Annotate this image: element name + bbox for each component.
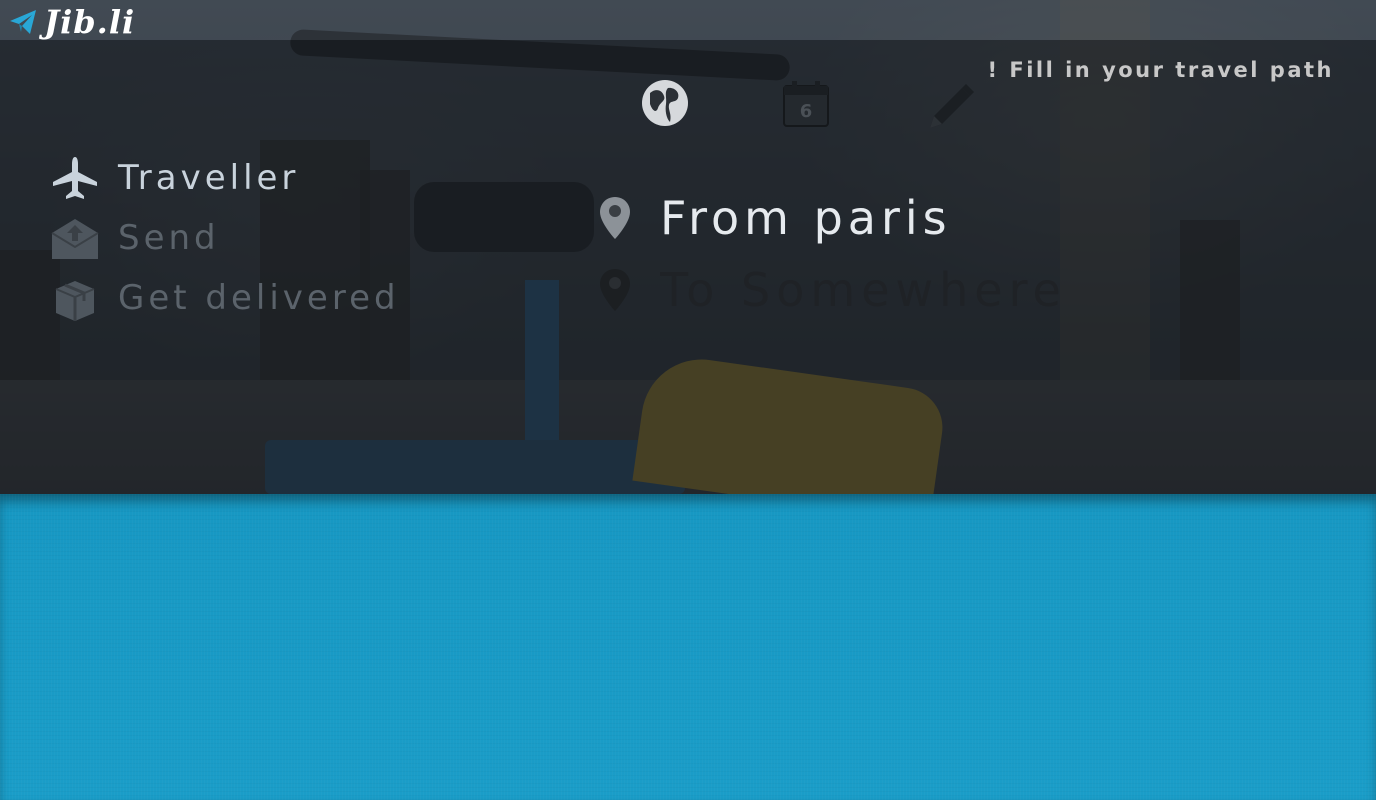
menu-item-send[interactable]: Send [50,208,400,268]
map-pin-icon [600,197,630,239]
step-indicator: 6 [640,78,980,134]
top-bar [0,0,1376,40]
logo[interactable]: Jib.li [8,2,135,42]
map-pin-icon [600,269,630,311]
globe-icon [642,80,688,126]
role-menu: Traveller Send Get delivered [50,148,400,328]
step-date[interactable]: 6 [782,80,830,132]
menu-item-traveller[interactable]: Traveller [50,148,400,208]
menu-item-label: Traveller [118,158,300,198]
destination-input[interactable] [660,263,1180,317]
menu-item-label: Get delivered [118,278,400,318]
instruction-text: ! Fill in your travel path [987,58,1334,82]
outbox-icon [51,219,99,259]
step-destination[interactable] [640,78,690,132]
menu-item-label: Send [118,218,220,258]
calendar-day: 6 [800,101,813,122]
route-origin [598,182,1180,254]
paper-plane-icon [10,10,36,34]
calendar-icon: 6 [783,81,829,127]
menu-item-get-delivered[interactable]: Get delivered [50,268,400,328]
origin-input[interactable] [660,191,1180,245]
brand-name: Jib.li [44,3,136,41]
travel-route-form [598,182,1180,326]
content-panel [0,494,1376,800]
route-destination [598,254,1180,326]
gift-box-icon [55,281,95,321]
airplane-icon [53,157,97,199]
step-details[interactable] [926,82,976,136]
pencil-icon [930,84,974,128]
